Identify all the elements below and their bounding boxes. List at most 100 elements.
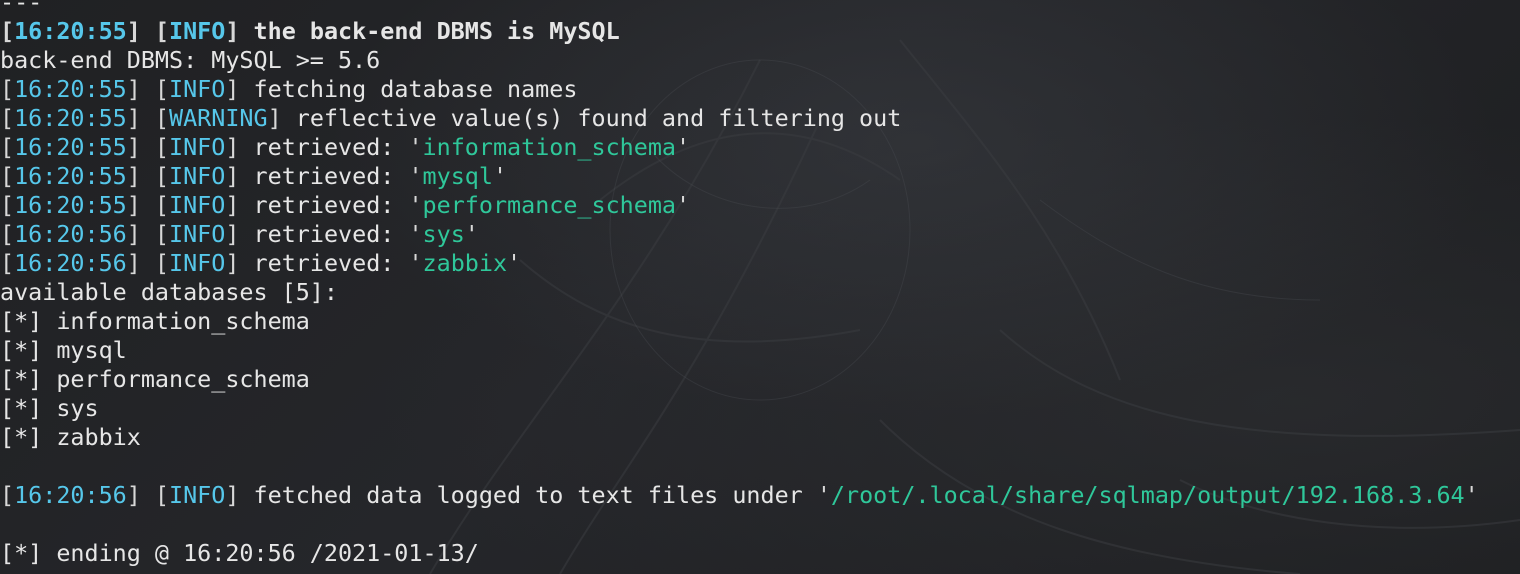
separator-line: ---	[0, 0, 43, 16]
terminal-output[interactable]: --- [16:20:55] [INFO] the back-end DBMS i…	[0, 0, 1479, 568]
log-level: WARNING	[169, 104, 268, 132]
log-level: INFO	[169, 249, 226, 277]
log-line: [16:20:55] [INFO] retrieved: 'mysql'	[0, 162, 1479, 191]
punctuation: [	[0, 481, 15, 509]
terminal-window[interactable]: --- [16:20:55] [INFO] the back-end DBMS i…	[0, 0, 1520, 574]
punctuation: '	[408, 249, 423, 277]
punctuation: ]	[225, 75, 254, 103]
log-line: [16:20:55] [INFO] fetching database name…	[0, 75, 1479, 104]
retrieved-value: mysql	[422, 162, 493, 190]
output-line: [*] sys	[0, 394, 1479, 423]
log-timestamp: 16:20:56	[14, 220, 127, 248]
punctuation: ] [	[126, 191, 170, 219]
punctuation: [	[0, 133, 15, 161]
log-timestamp: 16:20:55	[14, 75, 127, 103]
punctuation: '	[464, 220, 479, 248]
log-line: [16:20:56] [INFO] fetched data logged to…	[0, 481, 1479, 510]
punctuation: ]	[267, 104, 296, 132]
punctuation: [	[0, 249, 15, 277]
output-line: [*] zabbix	[0, 423, 1479, 452]
punctuation: ]	[225, 17, 254, 45]
punctuation: ] [	[126, 220, 170, 248]
log-timestamp: 16:20:55	[14, 17, 127, 45]
punctuation: '	[408, 133, 423, 161]
output-text: [*] information_schema	[0, 307, 310, 335]
log-message: fetched data logged to text files under	[253, 481, 817, 509]
log-message: reflective value(s) found and filtering …	[295, 104, 902, 132]
output-line: [*] mysql	[0, 336, 1479, 365]
output-line: [*] performance_schema	[0, 365, 1479, 394]
log-message: retrieved:	[253, 249, 409, 277]
punctuation: ] [	[126, 249, 170, 277]
output-line: [*] ending @ 16:20:56 /2021-01-13/	[0, 539, 1479, 568]
log-level: INFO	[169, 17, 226, 45]
log-message: retrieved:	[253, 191, 409, 219]
punctuation: ] [	[126, 162, 170, 190]
punctuation: [	[0, 104, 15, 132]
log-line: [16:20:55] [WARNING] reflective value(s)…	[0, 104, 1479, 133]
log-level: INFO	[169, 481, 226, 509]
log-line: [16:20:55] [INFO] the back-end DBMS is M…	[0, 17, 1479, 46]
punctuation: ] [	[126, 133, 170, 161]
retrieved-value: zabbix	[422, 249, 508, 277]
log-timestamp: 16:20:55	[14, 133, 127, 161]
punctuation: [	[0, 220, 15, 248]
retrieved-value: sys	[422, 220, 465, 248]
log-level: INFO	[169, 75, 226, 103]
output-text: [*] sys	[0, 394, 99, 422]
log-message: retrieved:	[253, 220, 409, 248]
blank-line	[0, 510, 1479, 539]
log-level: INFO	[169, 133, 226, 161]
punctuation: '	[1464, 481, 1479, 509]
punctuation: '	[492, 162, 508, 190]
punctuation: ] [	[126, 75, 170, 103]
output-text: [*] mysql	[0, 336, 127, 364]
punctuation: ] [	[126, 481, 170, 509]
log-message: retrieved:	[253, 133, 409, 161]
log-line: [16:20:55] [INFO] retrieved: 'informatio…	[0, 133, 1479, 162]
output-text: back-end DBMS: MySQL >= 5.6	[0, 46, 381, 74]
log-timestamp: 16:20:56	[14, 249, 127, 277]
punctuation: ]	[225, 162, 254, 190]
punctuation: ] [	[126, 17, 170, 45]
log-line: [16:20:55] [INFO] retrieved: 'performanc…	[0, 191, 1479, 220]
punctuation: ] [	[126, 104, 170, 132]
punctuation: '	[408, 220, 423, 248]
punctuation: '	[408, 162, 423, 190]
log-level: INFO	[169, 162, 226, 190]
log-message: the back-end DBMS is MySQL	[253, 17, 620, 45]
log-line: [16:20:56] [INFO] retrieved: 'zabbix'	[0, 249, 1479, 278]
log-message: retrieved:	[253, 162, 409, 190]
output-line: available databases [5]:	[0, 278, 1479, 307]
log-message: fetching database names	[253, 75, 578, 103]
punctuation: ]	[225, 249, 254, 277]
log-timestamp: 16:20:55	[14, 104, 127, 132]
punctuation: '	[816, 481, 831, 509]
log-line: [16:20:56] [INFO] retrieved: 'sys'	[0, 220, 1479, 249]
punctuation: [	[0, 191, 15, 219]
output-text: [*] zabbix	[0, 423, 141, 451]
output-text: available databases [5]:	[0, 278, 338, 306]
log-level: INFO	[169, 220, 226, 248]
punctuation: [	[0, 75, 15, 103]
log-level: INFO	[169, 191, 226, 219]
output-text: [*] ending @ 16:20:56 /2021-01-13/	[0, 539, 479, 567]
punctuation: '	[676, 133, 691, 161]
retrieved-value: performance_schema	[422, 191, 677, 219]
retrieved-value: /root/.local/share/sqlmap/output/192.168…	[830, 481, 1465, 509]
punctuation: ]	[225, 481, 254, 509]
output-text: [*] performance_schema	[0, 365, 310, 393]
punctuation: '	[408, 191, 423, 219]
punctuation: '	[507, 249, 522, 277]
log-timestamp: 16:20:55	[14, 191, 127, 219]
punctuation: '	[676, 191, 691, 219]
output-line: back-end DBMS: MySQL >= 5.6	[0, 46, 1479, 75]
log-timestamp: 16:20:56	[14, 481, 127, 509]
retrieved-value: information_schema	[422, 133, 677, 161]
punctuation: [	[0, 162, 15, 190]
blank-line	[0, 452, 1479, 481]
punctuation: ]	[225, 133, 254, 161]
punctuation: ]	[225, 191, 254, 219]
